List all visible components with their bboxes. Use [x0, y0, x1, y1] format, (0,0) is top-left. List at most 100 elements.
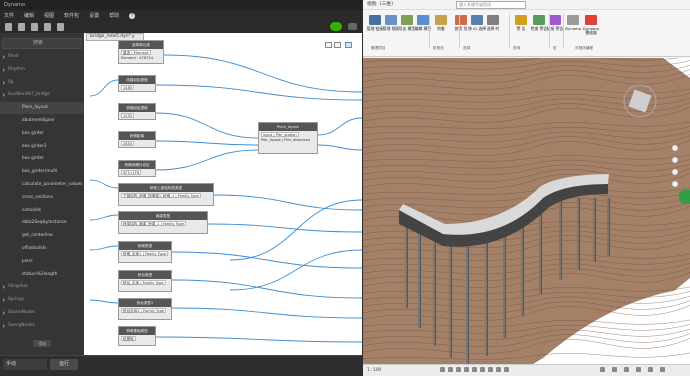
- graph-node[interactable]: 桥墩基础类型 桩基础: [118, 326, 156, 346]
- status-icon[interactable]: [464, 367, 469, 372]
- library-category[interactable]: Revit: [0, 51, 84, 63]
- menu-settings[interactable]: 设置: [89, 12, 99, 19]
- library-category[interactable]: Slingshot: [0, 281, 84, 293]
- library-search-input[interactable]: 搜索: [2, 38, 82, 49]
- menu-file[interactable]: 文件: [4, 12, 14, 19]
- menu-help[interactable]: 帮助: [109, 12, 119, 19]
- status-icon[interactable]: [636, 367, 641, 372]
- camera-icon[interactable]: [348, 23, 357, 30]
- ribbon-button[interactable]: [417, 15, 429, 25]
- undo-icon[interactable]: [44, 23, 51, 31]
- wire: [171, 251, 362, 269]
- ribbon-button[interactable]: [549, 15, 561, 25]
- run-button[interactable]: 运行: [50, 359, 78, 370]
- status-icon[interactable]: [488, 367, 493, 372]
- node-value[interactable]: 重选 | Element: [121, 50, 151, 55]
- library-item[interactable]: calculate_parameter_values: [0, 179, 84, 191]
- open-file-icon[interactable]: [18, 23, 25, 31]
- library-add-button[interactable]: 添加: [33, 340, 51, 347]
- side-tab-icon[interactable]: [679, 190, 690, 204]
- node-value[interactable]: 桥台_实体 | Family Type: [121, 280, 166, 285]
- node-value[interactable]: input | Pier_station: [261, 132, 299, 137]
- library-item[interactable]: box girder2: [0, 141, 84, 153]
- ribbon-button[interactable]: [401, 15, 413, 25]
- 3d-viewport[interactable]: [363, 58, 690, 364]
- redo-icon[interactable]: [57, 23, 64, 31]
- graph-node[interactable]: 桥台类型 桥台_实体 | Family Type: [118, 270, 172, 292]
- library-category[interactable]: SteamNodes: [0, 307, 84, 319]
- node-value[interactable]: 2850: [121, 141, 135, 146]
- status-icon[interactable]: [448, 367, 453, 372]
- status-icon[interactable]: [456, 367, 461, 372]
- help-icon[interactable]: ?: [129, 12, 136, 19]
- node-value[interactable]: 1480: [121, 85, 135, 90]
- node-value[interactable]: 1550: [121, 113, 135, 118]
- library-item[interactable]: box_girder(multi: [0, 166, 84, 178]
- library-item[interactable]: Piers_layout: [0, 102, 84, 115]
- ribbon-button[interactable]: [471, 15, 483, 25]
- graph-node[interactable]: 桥墩上部结构族类型 下部结构_桥墩_桥墩族1_桥墩_1 | Family Type: [118, 183, 214, 206]
- ribbon-button[interactable]: [487, 15, 499, 25]
- ribbon-button[interactable]: [533, 15, 545, 25]
- status-icon[interactable]: [440, 367, 445, 372]
- graph-node[interactable]: 桥墩起始里程 1550: [118, 103, 156, 120]
- status-icon[interactable]: [612, 367, 617, 372]
- menu-edit[interactable]: 编辑: [24, 12, 34, 19]
- graph-node[interactable]: 桥墩类型 桥墩_实体1 | Family Type: [118, 241, 172, 263]
- status-icon[interactable]: [600, 367, 605, 372]
- library-item[interactable]: station%2length: [0, 269, 84, 281]
- graph-node[interactable]: Piers_layout input | Pier_station Pier_lay…: [258, 122, 318, 154]
- status-icon[interactable]: [496, 367, 501, 372]
- cloud-icon[interactable]: [330, 22, 342, 31]
- library-category[interactable]: SJL: [0, 77, 84, 89]
- ribbon-button[interactable]: [585, 15, 597, 25]
- library-category[interactable]: Springs: [0, 294, 84, 306]
- revit-search-input[interactable]: 键入关键字或短语: [456, 1, 526, 9]
- node-value[interactable]: 桥台实体2 | Family Type: [121, 308, 167, 313]
- ribbon-button[interactable]: [369, 15, 381, 25]
- geometry-view-icon[interactable]: [345, 42, 352, 48]
- library-category[interactable]: SwergNodes: [0, 320, 84, 332]
- node-value[interactable]: 5F3+1F6: [121, 170, 142, 175]
- library-item[interactable]: offsetsolids: [0, 243, 84, 255]
- run-mode-select[interactable]: 手动: [3, 359, 47, 370]
- library-item[interactable]: box girder: [0, 153, 84, 165]
- library-item[interactable]: get_centerline: [0, 230, 84, 242]
- ribbon-button[interactable]: [385, 15, 397, 25]
- library-item[interactable]: abutment&pier: [0, 115, 84, 127]
- library-item[interactable]: piers: [0, 256, 84, 268]
- library-item[interactable]: cutsolids: [0, 205, 84, 217]
- graph-view-icon[interactable]: [334, 42, 341, 48]
- graph-node[interactable]: 扁梁类型 桥梁结构_箱梁_桥梁_1 | Family Type: [118, 211, 208, 234]
- library-item[interactable]: data2Seq&yInstance: [0, 217, 84, 229]
- library-item[interactable]: box girder: [0, 128, 84, 140]
- save-file-icon[interactable]: [31, 23, 38, 31]
- ribbon-button[interactable]: [435, 15, 447, 25]
- ribbon-button[interactable]: [515, 15, 527, 25]
- new-file-icon[interactable]: [5, 23, 12, 31]
- node-value[interactable]: 桥梁结构_箱梁_桥梁_1 | Family Type: [121, 221, 186, 226]
- library-category[interactable]: SunWorld07_bridge: [0, 89, 84, 101]
- library-item[interactable]: cross_sections: [0, 192, 84, 204]
- status-icon[interactable]: [504, 367, 509, 372]
- library-category[interactable]: Rhythm: [0, 64, 84, 76]
- graph-node[interactable]: 线路起始里程 1480: [118, 75, 156, 92]
- status-icon[interactable]: [648, 367, 653, 372]
- status-icon[interactable]: [472, 367, 477, 372]
- view-scale[interactable]: 1 : 100: [367, 364, 381, 376]
- status-icon[interactable]: [624, 367, 629, 372]
- status-icon[interactable]: [660, 367, 665, 372]
- node-value[interactable]: 桥墩_实体1 | Family Type: [121, 251, 168, 256]
- graph-node[interactable]: 桥台类型2 桥台实体2 | Family Type: [118, 298, 172, 320]
- menu-view[interactable]: 视图: [44, 12, 54, 19]
- graph-node[interactable]: 桥墩距离 2850: [118, 131, 156, 148]
- graph-node[interactable]: 桥墩间隔分设定 5F3+1F6: [118, 160, 156, 177]
- zoom-fit-icon[interactable]: [325, 42, 332, 48]
- menu-packages[interactable]: 软件包: [64, 12, 79, 19]
- node-value[interactable]: 桩基础: [121, 336, 136, 341]
- ribbon-button[interactable]: [455, 15, 467, 25]
- node-value[interactable]: 下部结构_桥墩_桥墩族1_桥墩_1 | Family Type: [121, 193, 201, 198]
- status-icon[interactable]: [480, 367, 485, 372]
- ribbon-button[interactable]: [567, 15, 579, 25]
- graph-node[interactable]: 选择单元类 重选 | Element Element : 476714: [118, 40, 164, 64]
